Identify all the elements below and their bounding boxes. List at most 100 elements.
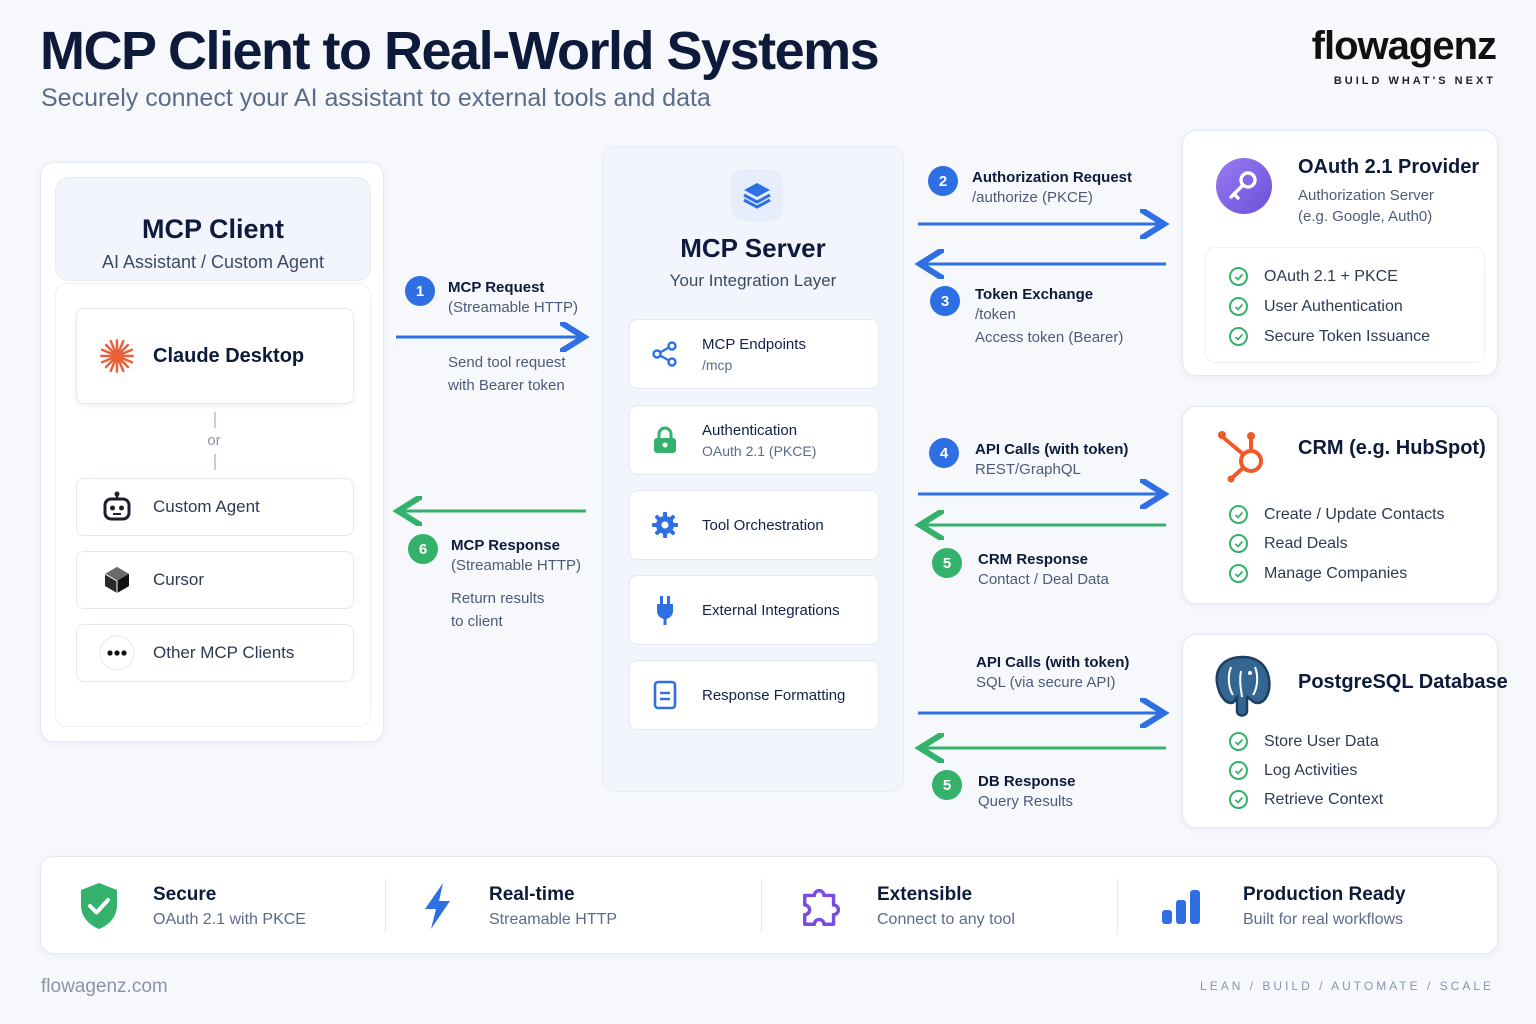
server-item-orchestration[interactable]: Tool Orchestration bbox=[629, 490, 879, 560]
feature-divider-3 bbox=[1117, 879, 1118, 933]
oauth-check-1: OAuth 2.1 + PKCE bbox=[1229, 267, 1398, 286]
db-check-1: Store User Data bbox=[1229, 732, 1379, 751]
cursor-cube-icon bbox=[99, 562, 135, 598]
step-4-text: API Calls (with token) REST/GraphQL bbox=[975, 441, 1128, 478]
step-2-text: Authorization Request /authorize (PKCE) bbox=[972, 169, 1132, 206]
step-3-note: Access token (Bearer) bbox=[975, 329, 1124, 346]
step-3-sub: /token bbox=[975, 306, 1016, 323]
step-6-text: MCP Response (Streamable HTTP) bbox=[451, 537, 581, 574]
hubspot-icon bbox=[1215, 425, 1273, 488]
postgresql-card: PostgreSQL Database Store User Data Log … bbox=[1182, 634, 1508, 828]
step-5-crm-text: CRM Response Contact / Deal Data bbox=[978, 551, 1109, 588]
feature-divider-1 bbox=[385, 879, 386, 933]
check-icon bbox=[1229, 505, 1248, 524]
claude-desktop-item[interactable]: Claude Desktop bbox=[76, 308, 354, 404]
check-icon bbox=[1229, 790, 1248, 809]
or-label: or bbox=[207, 432, 221, 449]
other-clients-label: Other MCP Clients bbox=[153, 643, 295, 662]
check-icon bbox=[1229, 327, 1248, 346]
step-5-db-text: DB Response Query Results bbox=[978, 773, 1076, 810]
postgresql-elephant-icon bbox=[1211, 653, 1275, 724]
client-header: MCP Client AI Assistant / Custom Agent bbox=[55, 177, 371, 281]
step-5-crm-badge: 5 bbox=[932, 548, 962, 578]
check-icon bbox=[1229, 761, 1248, 780]
bar-chart-icon bbox=[1157, 882, 1205, 930]
client-title: MCP Client bbox=[141, 214, 284, 244]
claude-desktop-label: Claude Desktop bbox=[153, 344, 305, 367]
mcp-server-panel: MCP Server Your Integration Layer MCP En… bbox=[602, 146, 904, 792]
cursor-item[interactable]: Cursor bbox=[76, 551, 354, 609]
step-5-crm-sub: Contact / Deal Data bbox=[978, 571, 1109, 588]
gear-icon bbox=[650, 510, 680, 540]
crm-check-3: Manage Companies bbox=[1229, 564, 1407, 583]
shield-check-icon bbox=[75, 882, 123, 930]
db-check-3: Retrieve Context bbox=[1229, 790, 1383, 809]
footer-url[interactable]: flowagenz.com bbox=[41, 976, 168, 998]
feature-secure: Secure OAuth 2.1 with PKCE bbox=[75, 857, 306, 955]
step-5-db-sub: Query Results bbox=[978, 793, 1074, 810]
feature-realtime: Real-time Streamable HTTP bbox=[413, 857, 617, 955]
lightning-icon bbox=[413, 882, 461, 930]
db-title: PostgreSQL Database bbox=[1298, 671, 1508, 693]
step-6-note: Return results to client bbox=[451, 590, 545, 630]
plug-icon bbox=[650, 595, 680, 625]
puzzle-icon bbox=[799, 882, 847, 930]
server-item-integrations[interactable]: External Integrations bbox=[629, 575, 879, 645]
step-db-call-sub: SQL (via secure API) bbox=[976, 674, 1116, 691]
step-5-db-badge: 5 bbox=[932, 770, 962, 800]
oauth-subtitle: Authorization Server (e.g. Google, Auth0) bbox=[1298, 187, 1434, 225]
or-divider-top bbox=[214, 412, 216, 428]
check-icon bbox=[1229, 732, 1248, 751]
step-2-sub: /authorize (PKCE) bbox=[972, 189, 1093, 206]
step-3-title: Token Exchange bbox=[975, 286, 1094, 303]
claude-sunburst-icon bbox=[99, 338, 135, 374]
check-icon bbox=[1229, 564, 1248, 583]
features-bar: Secure OAuth 2.1 with PKCE Real-time Strea… bbox=[40, 856, 1498, 954]
crm-check-2: Read Deals bbox=[1229, 534, 1348, 553]
step-5-crm-title: CRM Response bbox=[978, 551, 1089, 568]
step-db-call-text: API Calls (with token) SQL (via secure A… bbox=[976, 654, 1129, 691]
client-list: Claude Desktop or Custom Agent Cursor Ot… bbox=[55, 283, 371, 727]
step-1-title: MCP Request bbox=[448, 279, 545, 296]
step-5-db-title: DB Response bbox=[978, 773, 1076, 790]
step-db-call-title: API Calls (with token) bbox=[976, 654, 1130, 671]
oauth-title: OAuth 2.1 Provider bbox=[1298, 156, 1480, 178]
crm-card: CRM (e.g. HubSpot) Create / Update Conta… bbox=[1182, 406, 1498, 604]
share-icon bbox=[650, 339, 680, 369]
oauth-check-3: Secure Token Issuance bbox=[1229, 327, 1430, 346]
step-4-badge: 4 bbox=[929, 438, 959, 468]
robot-icon bbox=[99, 489, 135, 525]
oauth-provider-card: OAuth 2.1 Provider Authorization Server(… bbox=[1182, 130, 1498, 376]
db-check-2: Log Activities bbox=[1229, 761, 1357, 780]
server-item-authentication[interactable]: Authentication OAuth 2.1 (PKCE) bbox=[629, 405, 879, 475]
step-1-note: Send tool request with Bearer token bbox=[448, 354, 566, 394]
check-icon bbox=[1229, 297, 1248, 316]
server-title: MCP Server bbox=[680, 233, 826, 263]
oauth-check-2: User Authentication bbox=[1229, 297, 1403, 316]
custom-agent-item[interactable]: Custom Agent bbox=[76, 478, 354, 536]
server-item-endpoints[interactable]: MCP Endpoints/mcp bbox=[629, 319, 879, 389]
step-6-sub: (Streamable HTTP) bbox=[451, 557, 582, 574]
client-subtitle: AI Assistant / Custom Agent bbox=[101, 252, 325, 272]
step-3-badge: 3 bbox=[930, 286, 960, 316]
key-icon bbox=[1215, 157, 1273, 220]
server-item-formatting[interactable]: Response Formatting bbox=[629, 660, 879, 730]
step-2-badge: 2 bbox=[928, 166, 958, 196]
step-3-text: Token Exchange /token Access token (Bear… bbox=[975, 286, 1123, 346]
custom-agent-label: Custom Agent bbox=[153, 497, 260, 516]
step-2-title: Authorization Request bbox=[972, 169, 1132, 186]
step-6-badge: 6 bbox=[408, 534, 438, 564]
step-1-badge: 1 bbox=[405, 276, 435, 306]
step-1-text: MCP Request (Streamable HTTP) bbox=[448, 279, 578, 316]
feature-production: Production Ready Built for real workflows bbox=[1157, 857, 1406, 955]
mcp-client-panel: MCP Client AI Assistant / Custom Agent C… bbox=[40, 162, 384, 742]
document-icon bbox=[650, 680, 680, 710]
step-6-title: MCP Response bbox=[451, 537, 560, 554]
feature-extensible: Extensible Connect to any tool bbox=[799, 857, 1015, 955]
other-clients-item[interactable]: Other MCP Clients bbox=[76, 624, 354, 682]
crm-title: CRM (e.g. HubSpot) bbox=[1298, 437, 1486, 459]
server-subtitle: Your Integration Layer bbox=[669, 271, 837, 290]
layers-icon bbox=[731, 169, 783, 221]
step-4-sub: REST/GraphQL bbox=[975, 461, 1081, 478]
or-divider-bottom bbox=[214, 454, 216, 470]
